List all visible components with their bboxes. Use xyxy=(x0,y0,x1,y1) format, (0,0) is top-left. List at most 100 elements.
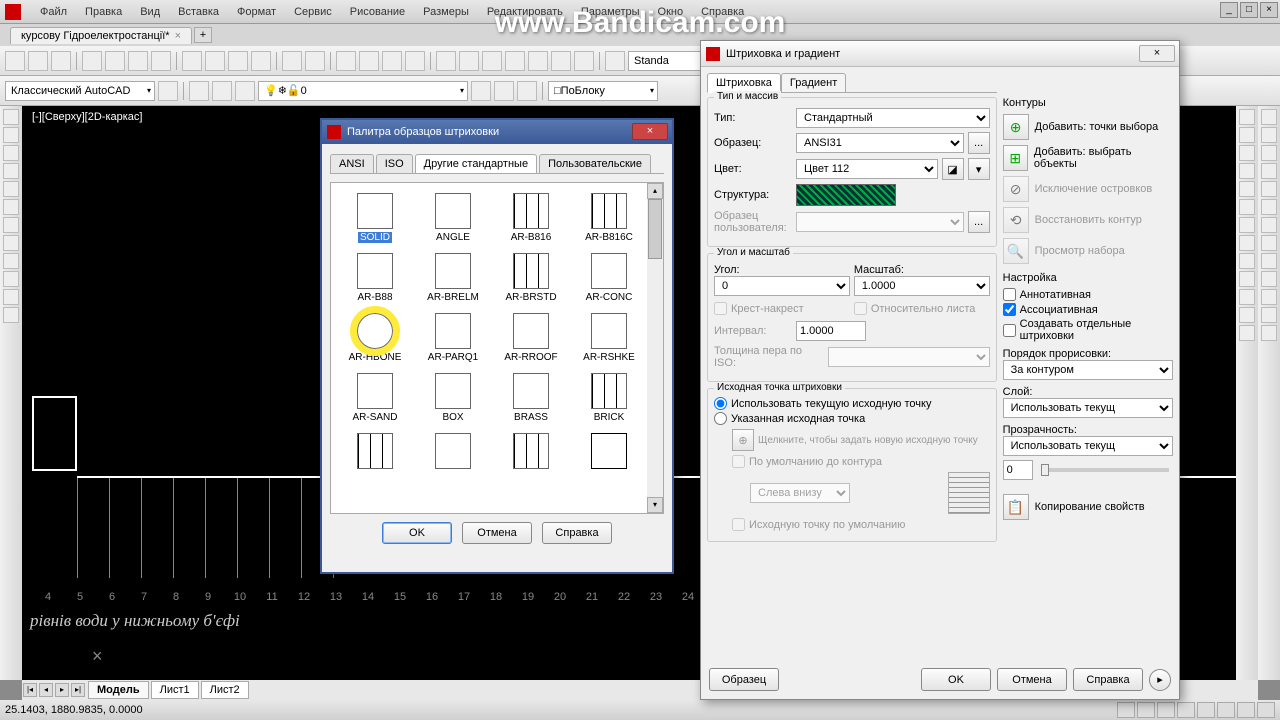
zoom-prev-icon[interactable] xyxy=(382,51,402,71)
calc-icon[interactable] xyxy=(505,51,525,71)
tab-ansi[interactable]: ANSI xyxy=(330,154,374,173)
hatchedit-icon[interactable] xyxy=(1239,235,1255,251)
ok-button[interactable]: OK xyxy=(382,522,452,544)
annot-checkbox[interactable] xyxy=(1003,288,1016,301)
tab-gradient[interactable]: Градиент xyxy=(781,73,846,92)
tab-layout2[interactable]: Лист2 xyxy=(201,681,249,699)
close-tab-icon[interactable]: × xyxy=(175,30,181,42)
pattern-swatch[interactable]: AR-PARQ1 xyxy=(424,313,482,363)
close-icon[interactable]: × xyxy=(1139,45,1175,62)
pattern-swatch[interactable] xyxy=(424,433,482,472)
point-icon[interactable] xyxy=(3,271,19,287)
splineedit-icon[interactable] xyxy=(1239,217,1255,233)
expand-button[interactable]: ▸ xyxy=(1149,669,1171,691)
pattern-swatch[interactable]: BRICK xyxy=(580,373,638,423)
menu-help[interactable]: Справка xyxy=(692,6,753,18)
viewport-label[interactable]: [-][Сверху][2D-каркас] xyxy=(32,111,142,123)
layer-walk-icon[interactable] xyxy=(517,81,537,101)
palette-titlebar[interactable]: Палитра образцов штриховки × xyxy=(322,120,672,144)
pattern-swatch[interactable]: ANGLE xyxy=(424,193,482,243)
tab-custom[interactable]: Пользовательские xyxy=(539,154,651,173)
layer-iso-icon[interactable] xyxy=(235,81,255,101)
color-dropdown[interactable]: Цвет 112 xyxy=(796,159,938,179)
interval-input[interactable] xyxy=(796,321,866,341)
table-icon[interactable] xyxy=(528,51,548,71)
cancel-button[interactable]: Отмена xyxy=(997,668,1067,691)
help-button[interactable]: Справка xyxy=(542,522,612,544)
origin-current-radio[interactable] xyxy=(714,397,727,410)
menu-window[interactable]: Окно xyxy=(649,6,693,18)
trans-dropdown[interactable]: Использовать текущ xyxy=(1003,436,1173,456)
pline-icon[interactable] xyxy=(3,127,19,143)
userpat-browse-button[interactable]: ... xyxy=(968,211,990,233)
doc-tab[interactable]: курсову Гідроелектростанції* × xyxy=(10,27,192,44)
trans-slider[interactable] xyxy=(1041,468,1169,472)
layer-dropdown[interactable]: 💡❄🔓 0 xyxy=(258,81,468,101)
pattern-swatch[interactable]: SOLID xyxy=(346,193,404,243)
scale-icon[interactable] xyxy=(1261,235,1277,251)
pattern-swatch[interactable] xyxy=(502,433,560,472)
menu-format[interactable]: Формат xyxy=(228,6,285,18)
pattern-swatch[interactable]: AR-B816C xyxy=(580,193,638,243)
menu-insert[interactable]: Вставка xyxy=(169,6,228,18)
undo-icon[interactable] xyxy=(282,51,302,71)
trim-icon[interactable] xyxy=(1261,271,1277,287)
pattern-swatch[interactable]: AR-B816 xyxy=(502,193,560,243)
arc-icon[interactable] xyxy=(3,163,19,179)
menu-draw[interactable]: Рисование xyxy=(341,6,414,18)
polygon-icon[interactable] xyxy=(3,199,19,215)
pattern-swatch[interactable]: AR-RROOF xyxy=(502,313,560,363)
donut-icon[interactable] xyxy=(1239,325,1255,341)
nav-prev-icon[interactable]: ◂ xyxy=(39,683,53,697)
minimize-icon[interactable]: _ xyxy=(1220,2,1238,18)
properties-icon[interactable] xyxy=(436,51,456,71)
layer-prev-icon[interactable] xyxy=(494,81,514,101)
color-picker-button[interactable]: ◪ xyxy=(942,158,964,180)
stretch-icon[interactable] xyxy=(1261,253,1277,269)
block-icon[interactable] xyxy=(551,51,571,71)
add-points-button[interactable]: ⊕ xyxy=(1003,114,1029,140)
sheet-icon[interactable] xyxy=(459,51,479,71)
new-tab-button[interactable]: + xyxy=(194,27,212,43)
zoom-icon[interactable] xyxy=(359,51,379,71)
menu-dim[interactable]: Размеры xyxy=(414,6,478,18)
tab-model[interactable]: Модель xyxy=(88,681,149,699)
close-icon[interactable]: × xyxy=(1260,2,1278,18)
draworder-dropdown[interactable]: За контуром xyxy=(1003,360,1173,380)
tab-other[interactable]: Другие стандартные xyxy=(415,154,537,173)
region-icon[interactable] xyxy=(1239,253,1255,269)
copy-obj-icon[interactable] xyxy=(1261,127,1277,143)
pattern-swatch[interactable]: AR-HBONE xyxy=(346,313,404,363)
ok-button[interactable]: OK xyxy=(921,668,991,691)
menu-view[interactable]: Вид xyxy=(131,6,169,18)
line-icon[interactable] xyxy=(3,109,19,125)
trans-input[interactable] xyxy=(1003,460,1033,480)
add-objects-button[interactable]: ⊞ xyxy=(1003,145,1028,171)
origin-spec-radio[interactable] xyxy=(714,412,727,425)
open-icon[interactable] xyxy=(28,51,48,71)
nav-next-icon[interactable]: ▸ xyxy=(55,683,69,697)
pattern-swatch[interactable] xyxy=(346,433,404,472)
menu-file[interactable]: Файл xyxy=(31,6,76,18)
workspace-settings-icon[interactable] xyxy=(158,81,178,101)
pattern-swatch[interactable] xyxy=(580,433,638,472)
help-button[interactable]: Справка xyxy=(1073,668,1143,691)
polar-icon[interactable] xyxy=(1177,702,1195,718)
cut-icon[interactable] xyxy=(182,51,202,71)
workspace-dropdown[interactable]: Классический AutoCAD xyxy=(5,81,155,101)
new-icon[interactable] xyxy=(5,51,25,71)
text-icon[interactable] xyxy=(3,289,19,305)
pedit-icon[interactable] xyxy=(1239,199,1255,215)
hatch-titlebar[interactable]: Штриховка и градиент × xyxy=(701,41,1179,67)
xref-icon[interactable] xyxy=(574,51,594,71)
pattern-browse-button[interactable]: ... xyxy=(968,132,990,154)
scroll-down-icon[interactable]: ▾ xyxy=(647,497,663,513)
scroll-thumb[interactable] xyxy=(648,199,662,259)
hatch-layer-dropdown[interactable]: Использовать текущ xyxy=(1003,398,1173,418)
grid-icon[interactable] xyxy=(1137,702,1155,718)
lengthen-icon[interactable] xyxy=(1239,181,1255,197)
angle-dropdown[interactable]: 0 xyxy=(714,276,850,296)
pan-icon[interactable] xyxy=(336,51,356,71)
nav-last-icon[interactable]: ▸| xyxy=(71,683,85,697)
boundary-icon[interactable] xyxy=(1239,271,1255,287)
